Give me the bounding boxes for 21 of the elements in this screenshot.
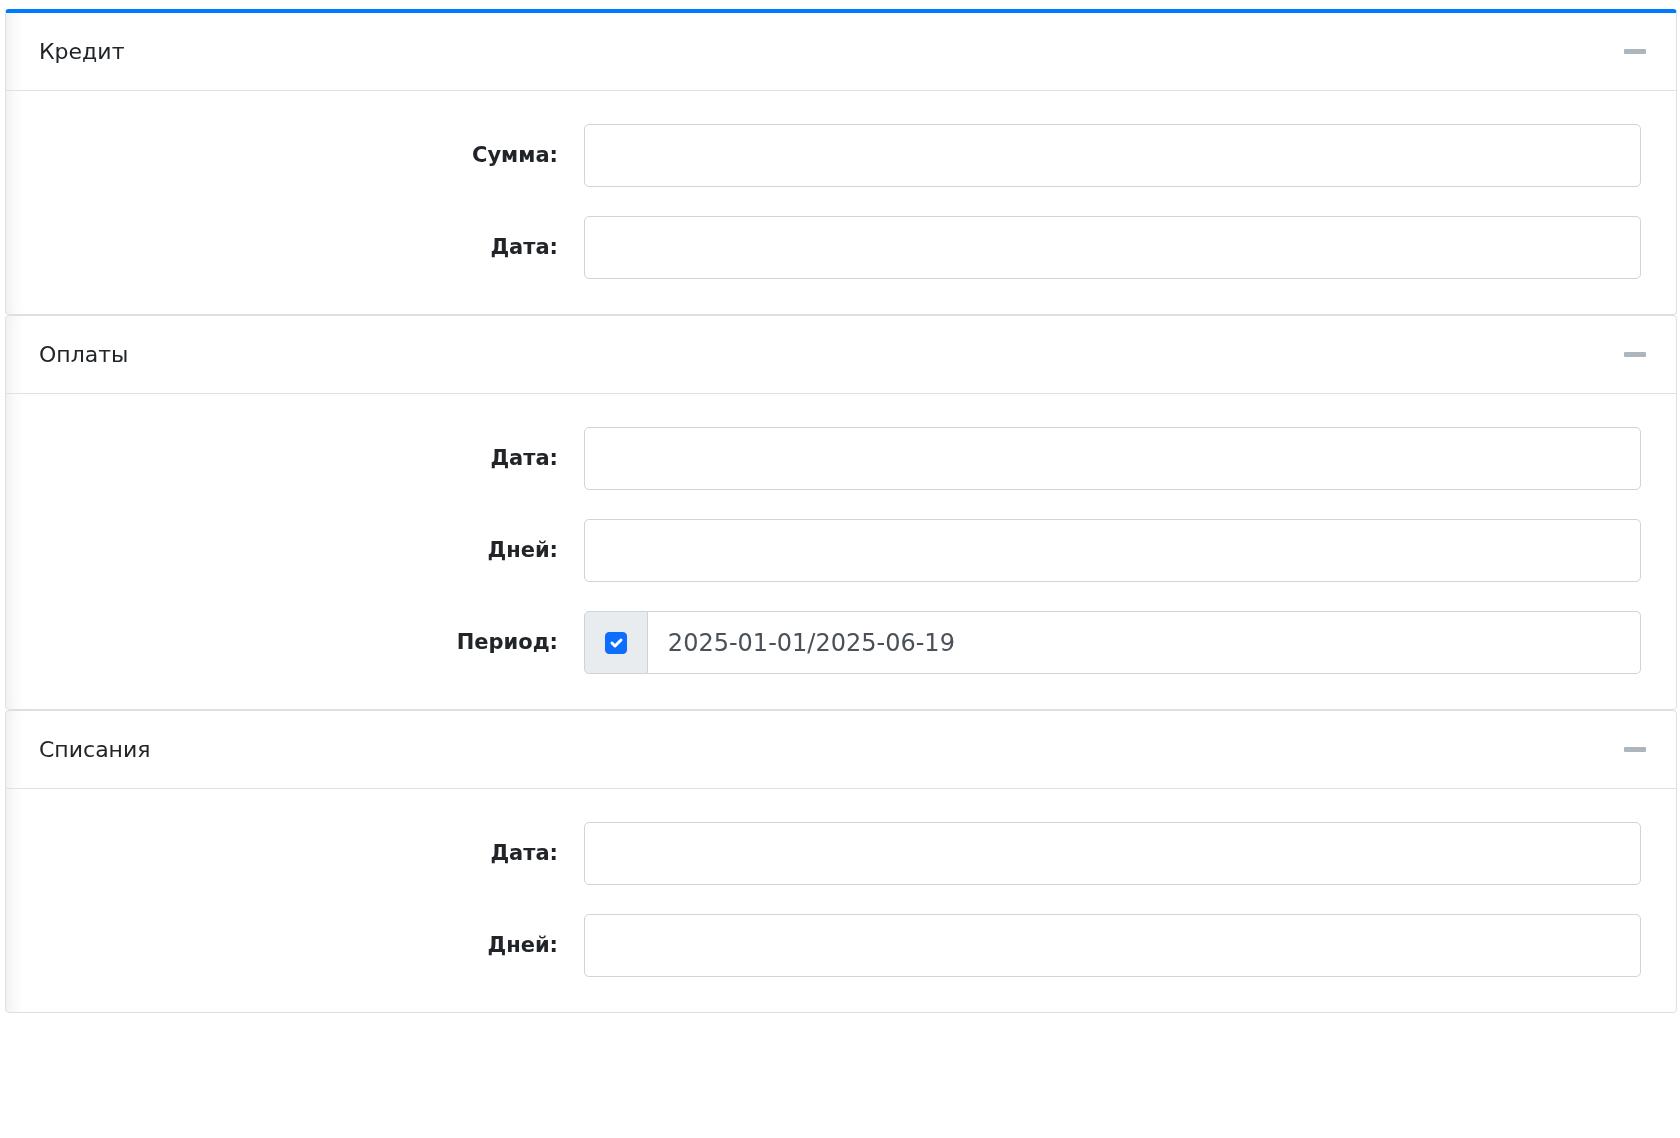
input-field[interactable] [584, 519, 1641, 582]
field-label: Дата: [489, 233, 558, 261]
input-field[interactable]: 2025-01-01/2025-06-19 [647, 611, 1641, 674]
field-label: Дней: [486, 931, 558, 959]
input-field[interactable] [584, 124, 1641, 187]
field-label: Дата: [489, 839, 558, 867]
card-title: Списания [39, 736, 151, 764]
input-field[interactable] [584, 822, 1641, 885]
checkbox[interactable] [604, 631, 627, 654]
card-title: Кредит [39, 38, 125, 66]
input-field[interactable] [584, 216, 1641, 279]
field-label: Дата: [489, 444, 558, 472]
collapse-icon[interactable] [1624, 352, 1646, 357]
collapse-icon[interactable] [1624, 49, 1646, 54]
field-label: Сумма: [471, 141, 558, 169]
input-field[interactable] [584, 914, 1641, 977]
collapse-icon[interactable] [1624, 747, 1646, 752]
field-label: Период: [455, 628, 558, 656]
input-field[interactable] [584, 427, 1641, 490]
field-label: Дней: [486, 536, 558, 564]
card-title: Оплаты [39, 341, 129, 369]
